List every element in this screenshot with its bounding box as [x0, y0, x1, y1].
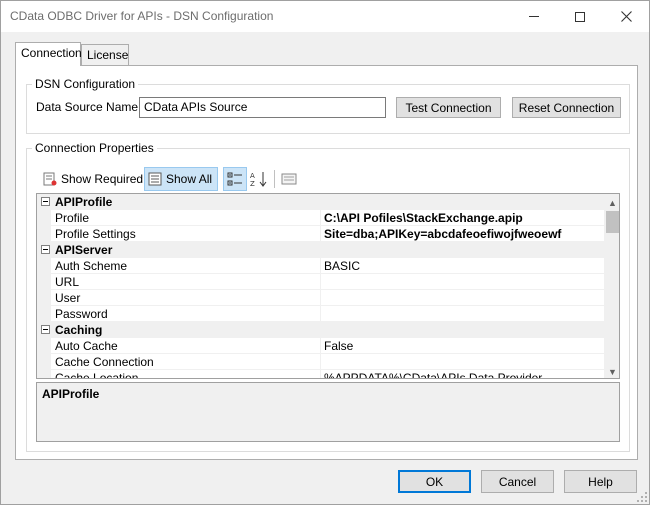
grid-divider	[320, 274, 321, 290]
grid-gutter	[37, 258, 51, 274]
grid-gutter	[37, 210, 51, 226]
grid-property-row[interactable]: User	[37, 290, 604, 306]
dsn-configuration-window: CData ODBC Driver for APIs - DSN Configu…	[0, 0, 650, 505]
grid-property-row[interactable]: Auto Cache False	[37, 338, 604, 354]
grid-category-row[interactable]: APIProfile	[37, 194, 604, 210]
grid-property-row[interactable]: Cache Location %APPDATA%\CData\APIs Data …	[37, 370, 604, 379]
categorized-view-button[interactable]	[223, 167, 247, 191]
dsn-group-title: DSN Configuration	[32, 77, 139, 91]
minimize-button[interactable]	[511, 1, 557, 32]
maximize-icon	[575, 11, 585, 22]
maximize-button[interactable]	[557, 1, 603, 32]
collapse-icon[interactable]	[41, 197, 50, 206]
category-name: APIServer	[55, 243, 113, 257]
grid-gutter	[37, 370, 51, 378]
grid-gutter	[37, 274, 51, 290]
collapse-icon[interactable]	[41, 325, 50, 334]
scroll-thumb[interactable]	[606, 211, 619, 233]
grid-divider	[320, 370, 321, 378]
svg-text:A: A	[250, 172, 255, 180]
scroll-down-arrow-icon[interactable]: ▼	[604, 363, 619, 378]
grid-divider	[320, 354, 321, 370]
data-source-name-input[interactable]: CData APIs Source	[139, 97, 386, 118]
grid-property-row[interactable]: Auth Scheme BASIC	[37, 258, 604, 274]
collapse-icon[interactable]	[41, 245, 50, 254]
show-all-list-icon	[148, 172, 162, 186]
property-name: Profile	[55, 211, 90, 225]
grid-divider	[320, 226, 321, 242]
property-name: URL	[55, 275, 80, 289]
tab-connection[interactable]: Connection	[15, 42, 82, 66]
scroll-up-arrow-icon[interactable]: ▲	[604, 194, 619, 211]
property-description-pane: APIProfile	[36, 382, 620, 442]
connection-group-title: Connection Properties	[32, 141, 157, 155]
grid-property-row[interactable]: URL	[37, 274, 604, 290]
connection-tab-panel: DSN Configuration Data Source Name: CDat…	[15, 65, 638, 460]
property-name: Auto Cache	[55, 339, 118, 353]
category-name: APIProfile	[55, 195, 113, 209]
property-name: Cache Location	[55, 371, 139, 379]
show-all-button[interactable]: Show All	[144, 167, 218, 191]
help-button[interactable]: Help	[564, 470, 637, 493]
grid-divider	[320, 306, 321, 322]
grid-gutter	[37, 226, 51, 242]
show-all-label: Show All	[166, 172, 213, 186]
property-name: User	[55, 291, 81, 305]
grid-property-row[interactable]: Profile Settings Site=dba;APIKey=abcdafeo…	[37, 226, 604, 242]
window-title: CData ODBC Driver for APIs - DSN Configu…	[10, 9, 274, 23]
property-value[interactable]: False	[324, 339, 353, 353]
close-button[interactable]	[603, 1, 649, 32]
property-name: Password	[55, 307, 108, 321]
grid-gutter	[37, 290, 51, 306]
grid-category-row[interactable]: APIServer	[37, 242, 604, 258]
property-pages-button[interactable]	[278, 167, 300, 191]
ok-button[interactable]: OK	[398, 470, 471, 493]
test-connection-button[interactable]: Test Connection	[396, 97, 501, 118]
property-grid[interactable]: APIProfile Profile C:\API Pofiles\StackExc…	[36, 193, 620, 379]
show-required-button[interactable]: Show Required	[40, 167, 146, 191]
property-value[interactable]: C:\API Pofiles\StackExchange.apip	[324, 211, 523, 225]
tab-license[interactable]: License	[81, 44, 129, 65]
show-required-label: Show Required	[61, 172, 144, 186]
svg-text:Z: Z	[250, 180, 255, 187]
minimize-icon	[529, 16, 539, 17]
required-list-icon	[43, 172, 57, 186]
alphabetical-sort-button[interactable]: A Z	[248, 167, 270, 191]
property-value[interactable]: Site=dba;APIKey=abcdafeoefiwojfweoewf	[324, 227, 561, 241]
grid-gutter	[37, 354, 51, 370]
grid-property-row[interactable]: Password	[37, 306, 604, 322]
property-value[interactable]: BASIC	[324, 259, 360, 273]
grid-divider	[320, 290, 321, 306]
property-value[interactable]: %APPDATA%\CData\APIs Data Provider	[324, 371, 542, 378]
grid-gutter	[37, 306, 51, 322]
grid-category-row[interactable]: Caching	[37, 322, 604, 338]
property-name: Profile Settings	[55, 227, 136, 241]
description-title: APIProfile	[42, 387, 100, 401]
property-name: Auth Scheme	[55, 259, 128, 273]
reset-connection-button[interactable]: Reset Connection	[512, 97, 621, 118]
grid-divider	[320, 338, 321, 354]
grid-divider	[320, 210, 321, 226]
title-bar: CData ODBC Driver for APIs - DSN Configu…	[1, 1, 649, 32]
toolbar-separator	[274, 170, 275, 188]
property-pages-icon	[281, 173, 297, 185]
grid-property-row[interactable]: Profile C:\API Pofiles\StackExchange.apip	[37, 210, 604, 226]
close-icon	[620, 11, 632, 22]
category-name: Caching	[55, 323, 103, 337]
grid-vertical-scrollbar[interactable]: ▲ ▼	[604, 194, 619, 378]
grid-gutter	[37, 338, 51, 354]
grid-divider	[320, 258, 321, 274]
property-name: Cache Connection	[55, 355, 154, 369]
cancel-button[interactable]: Cancel	[481, 470, 554, 493]
sort-az-icon: A Z	[250, 172, 267, 187]
grid-property-row[interactable]: Cache Connection	[37, 354, 604, 370]
data-source-name-label: Data Source Name:	[36, 100, 142, 114]
resize-grip-icon[interactable]	[637, 492, 647, 502]
categorized-icon	[227, 172, 242, 186]
